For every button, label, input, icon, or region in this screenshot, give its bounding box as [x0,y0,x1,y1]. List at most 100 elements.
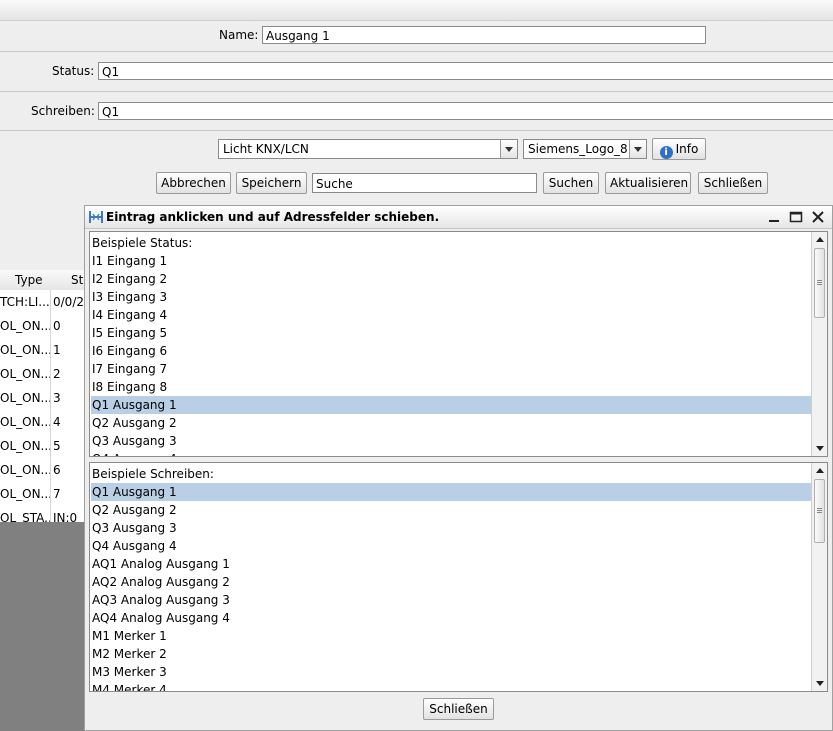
list-item[interactable]: Q3 Ausgang 3 [91,432,811,450]
table-cell-status: 0 [53,319,61,333]
divider [0,91,833,92]
table-row[interactable]: OL_ON... 5 [0,434,84,459]
table-cell-type: OL_ON... [0,386,51,410]
table-cell-status: 7 [53,487,61,501]
table-row[interactable]: OL_STA... IN:0 [0,506,84,522]
category-select[interactable]: Licht KNX/LCN [218,139,518,159]
chevron-down-icon[interactable] [500,140,517,158]
table-body: TCH:LI... 0/0/2 OL_ON... 0 OL_ON... 1 OL_ON...… [0,290,84,522]
list-item[interactable]: Q1 Ausgang 1 [91,396,811,414]
write-list-scrollbar[interactable] [811,463,827,691]
table-row[interactable]: TCH:LI... 0/0/2 [0,290,84,315]
schreiben-label: Schreiben: [31,104,95,118]
table-cell-status: 4 [53,415,61,429]
maximize-icon[interactable] [789,210,803,224]
list-item[interactable]: M2 Merker 2 [91,645,811,663]
list-item[interactable]: I6 Eingang 6 [91,342,811,360]
table-row[interactable]: OL_ON... 3 [0,386,84,411]
category-select-value: Licht KNX/LCN [223,142,309,156]
list-item[interactable]: I8 Eingang 8 [91,378,811,396]
list-item[interactable]: Q4 Ausgang 4 [91,537,811,555]
table-cell-type: OL_ON... [0,458,51,482]
scroll-down-icon[interactable] [812,441,827,456]
list-item[interactable]: I2 Eingang 2 [91,270,811,288]
list-item[interactable]: Q1 Ausgang 1 [91,483,811,501]
status-label: Status: [52,64,95,78]
list-heading: Beispiele Schreiben: [92,467,214,481]
cancel-button[interactable]: Abbrechen [156,172,231,194]
schreiben-field[interactable]: Q1 [98,102,833,120]
list-item[interactable]: AQ1 Analog Ausgang 1 [91,555,811,573]
table-cell-type: TCH:LI... [0,290,51,314]
list-item[interactable]: AQ2 Analog Ausgang 2 [91,573,811,591]
list-item[interactable]: I4 Eingang 4 [91,306,811,324]
app-icon [89,211,103,223]
list-item[interactable]: Q4 Ausgang 4 [91,450,811,456]
dialog-close-button[interactable]: Schließen [423,698,494,720]
scroll-up-icon[interactable] [812,232,827,247]
save-button[interactable]: Speichern [236,172,307,194]
table-row[interactable]: OL_ON... 0 [0,314,84,339]
column-header-status[interactable]: St [71,270,83,290]
status-list-scrollbar[interactable] [811,232,827,456]
table-row[interactable]: OL_ON... 2 [0,362,84,387]
info-button-label: Info [675,142,699,156]
table-cell-type: OL_ON... [0,314,51,338]
write-examples-list[interactable]: Beispiele Schreiben: Q1 Ausgang 1 Q2 Ausga… [89,462,828,692]
table-cell-status: 3 [53,391,61,405]
table-row[interactable]: OL_ON... 6 [0,458,84,483]
table-cell-type: OL_ON... [0,482,51,506]
minimize-icon[interactable] [767,210,781,224]
table-cell-status: 5 [53,439,61,453]
table-row[interactable]: OL_ON... 1 [0,338,84,363]
list-item[interactable]: M1 Merker 1 [91,627,811,645]
device-select[interactable]: Siemens_Logo_8 [523,139,647,159]
list-item[interactable]: AQ3 Analog Ausgang 3 [91,591,811,609]
empty-area [0,522,84,731]
search-input[interactable]: Suche [312,173,537,193]
table-cell-type: OL_STA... [0,506,51,522]
table-cell-type: OL_ON... [0,338,51,362]
divider [0,130,833,131]
chevron-down-icon[interactable] [629,140,646,158]
table-row[interactable]: OL_ON... 7 [0,482,84,507]
status-field[interactable]: Q1 [98,62,833,80]
dialog-title-bar[interactable]: Eintrag anklicken und auf Adressfelder s… [85,206,832,229]
name-field[interactable]: Ausgang 1 [262,26,706,44]
name-label: Name: [219,28,259,42]
list-item[interactable]: I3 Eingang 3 [91,288,811,306]
scrollbar-thumb[interactable] [814,479,825,543]
scroll-up-icon[interactable] [812,463,827,478]
table-cell-type: OL_ON... [0,410,51,434]
list-heading: Beispiele Status: [92,236,193,250]
table-cell-status: 1 [53,343,61,357]
list-item[interactable]: I5 Eingang 5 [91,324,811,342]
address-picker-dialog: Eintrag anklicken und auf Adressfelder s… [84,205,833,731]
list-item[interactable]: M4 Merker 4 [91,681,811,691]
status-examples-list[interactable]: Beispiele Status: I1 Eingang 1 I2 Eingang … [89,231,828,457]
list-item[interactable]: I1 Eingang 1 [91,252,811,270]
table-cell-status: 6 [53,463,61,477]
table-row[interactable]: OL_ON... 4 [0,410,84,435]
divider [0,51,833,52]
table-cell-type: OL_ON... [0,434,51,458]
list-item[interactable]: I7 Eingang 7 [91,360,811,378]
search-button[interactable]: Suchen [543,172,599,194]
list-item[interactable]: Q3 Ausgang 3 [91,519,811,537]
close-icon[interactable] [811,210,825,224]
list-item[interactable]: AQ4 Analog Ausgang 4 [91,609,811,627]
table-cell-status: 0/0/2 [53,295,84,309]
scroll-down-icon[interactable] [812,676,827,691]
refresh-button[interactable]: Aktualisieren [605,172,691,194]
column-header-type[interactable]: Type [15,270,43,290]
table-header: Type St [0,270,84,291]
list-item[interactable]: M3 Merker 3 [91,663,811,681]
list-item[interactable]: Q2 Ausgang 2 [91,414,811,432]
table-cell-type: OL_ON... [0,362,51,386]
window-top-bar [0,0,833,21]
close-button[interactable]: Schließen [698,172,768,194]
scrollbar-thumb[interactable] [814,248,825,318]
info-button[interactable]: i Info [652,138,706,160]
info-icon: i [659,146,673,159]
list-item[interactable]: Q2 Ausgang 2 [91,501,811,519]
